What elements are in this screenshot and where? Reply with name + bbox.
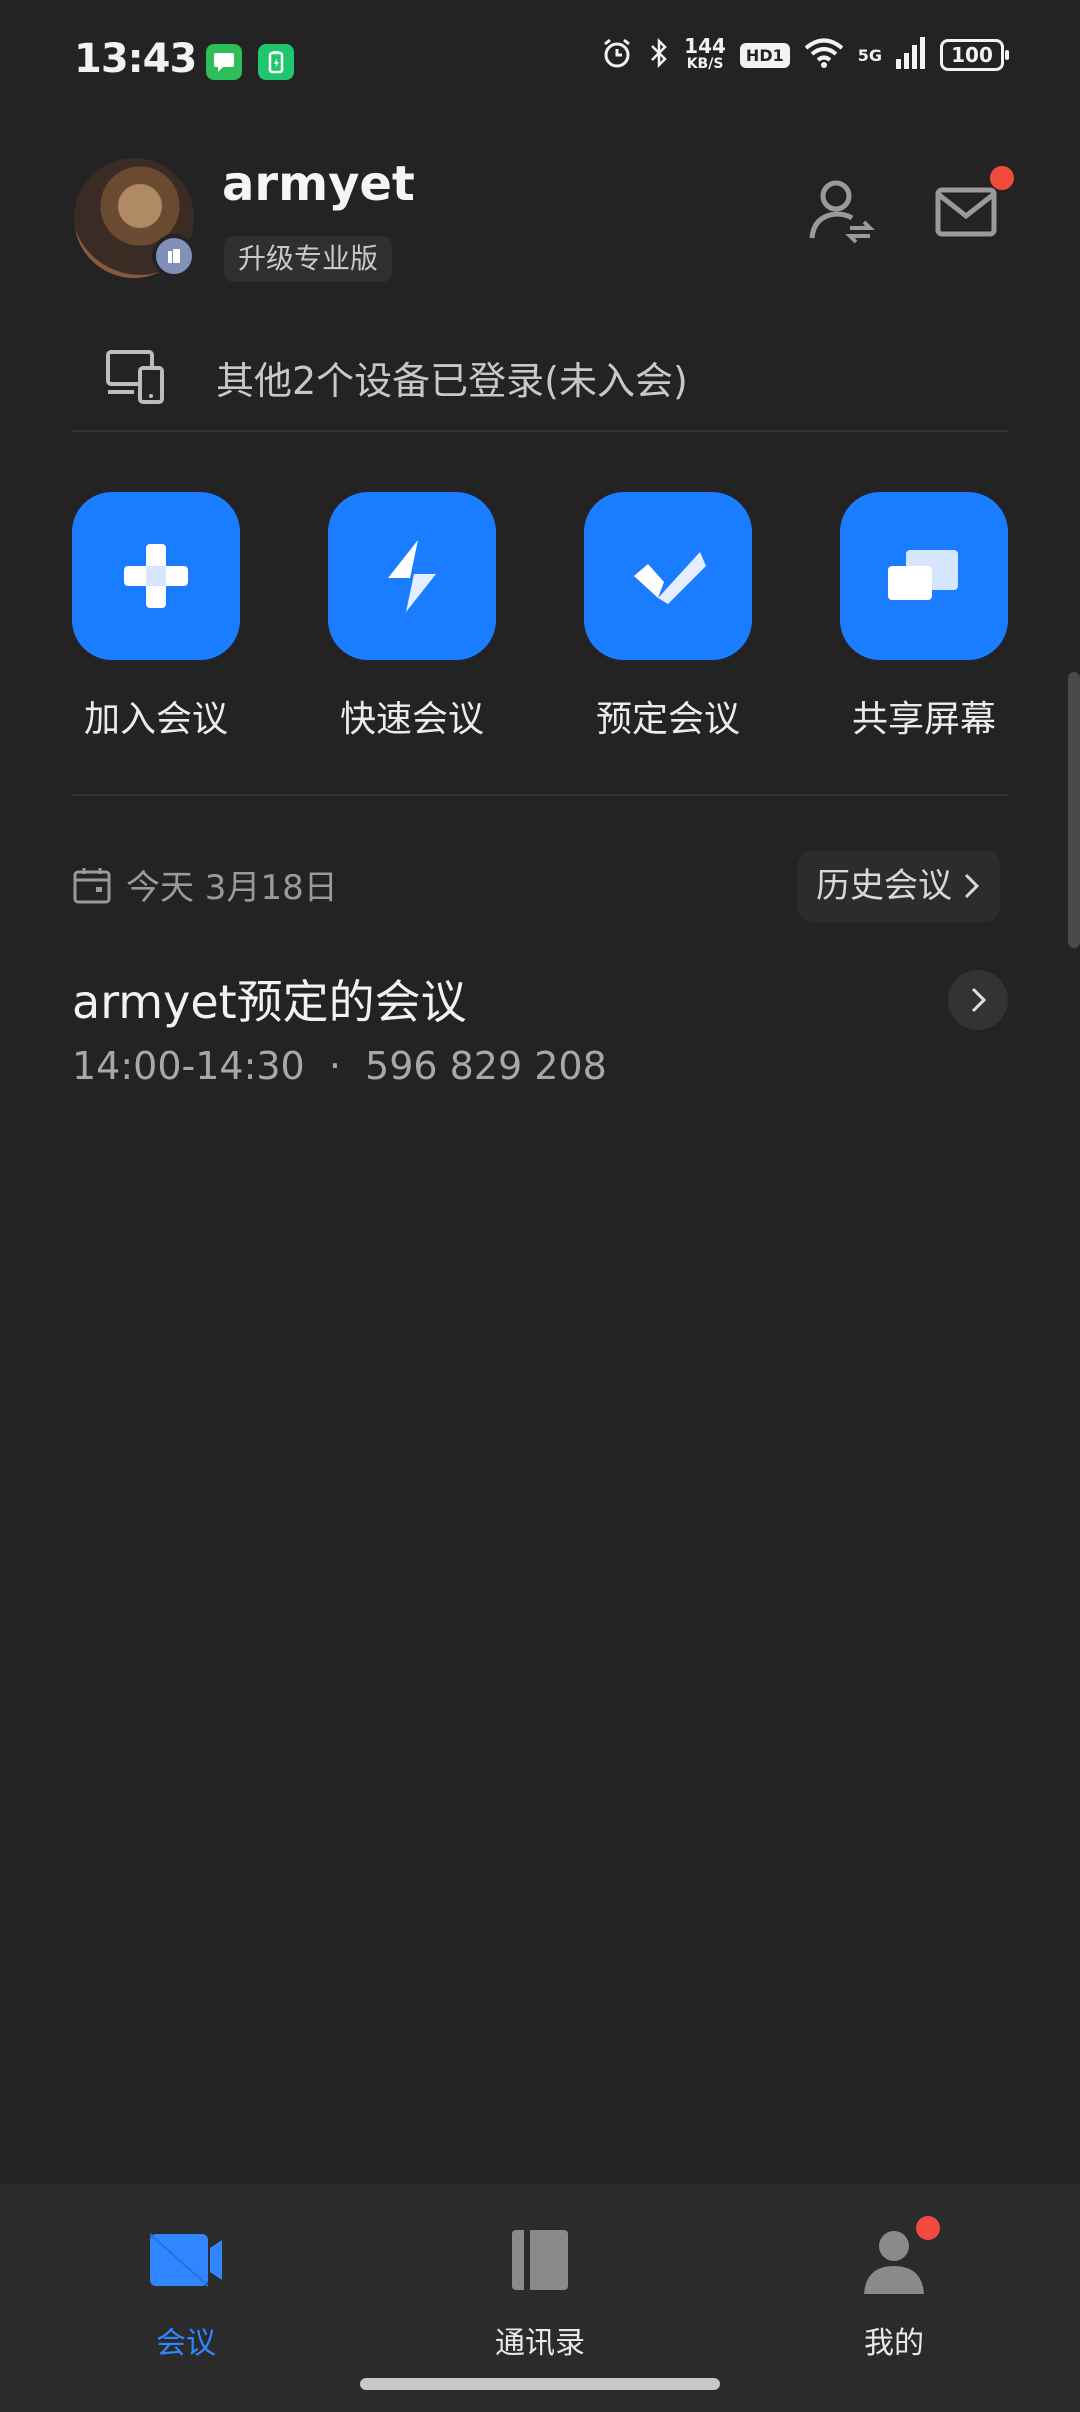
devices-icon (106, 350, 164, 404)
profile-icon (794, 2216, 994, 2300)
nav-meetings[interactable]: 会议 (86, 2220, 286, 2362)
switch-account-icon[interactable] (800, 172, 880, 252)
meeting-detail-button[interactable] (948, 970, 1008, 1030)
action-label: 预定会议 (595, 699, 740, 740)
share-screen-button[interactable]: 共享屏幕 (840, 492, 1008, 792)
wifi-icon (804, 37, 844, 73)
today-header: 今天 3月18日 (72, 860, 338, 909)
status-time: 13:43 (74, 36, 197, 82)
meeting-list-item[interactable]: armyet预定的会议 14:00-14:30 · 596 829 208 (72, 966, 1008, 1106)
battery-app-icon (258, 44, 294, 80)
history-label: 历史会议 (816, 866, 952, 906)
action-label: 共享屏幕 (851, 699, 996, 740)
net-speed-unit: KB/S (686, 56, 724, 72)
contacts-book-icon (440, 2220, 640, 2300)
network-type: 5G (857, 45, 882, 65)
other-devices-text: 其他2个设备已登录(未入会) (216, 359, 688, 403)
meeting-title: armyet预定的会议 (72, 975, 467, 1029)
meeting-id: 596 829 208 (365, 1044, 607, 1088)
chevron-right-icon (964, 873, 980, 899)
status-right: 144 KB/S HD1 5G 100 (600, 34, 1009, 74)
status-bar: 13:43 144 KB/S HD1 5G 100 (0, 0, 1080, 122)
net-speed-value: 144 (684, 34, 726, 58)
bluetooth-icon (648, 36, 670, 74)
profile-notification-dot (916, 2216, 940, 2240)
nav-profile[interactable]: 我的 (794, 2216, 994, 2362)
history-meetings-button[interactable]: 历史会议 (798, 850, 1000, 922)
today-date: 今天 3月18日 (126, 868, 338, 908)
divider (72, 794, 1008, 796)
username[interactable]: armyet (222, 156, 415, 212)
hd-badge: HD1 (739, 42, 790, 68)
meeting-icon (86, 2220, 286, 2300)
chevron-right-icon (971, 987, 987, 1013)
nav-label: 通讯录 (495, 2326, 585, 2361)
other-devices-row[interactable]: 其他2个设备已登录(未入会) (72, 330, 1008, 432)
action-grid: 加入会议 快速会议 预定会议 共享屏幕 (72, 492, 1008, 792)
home-indicator[interactable] (360, 2378, 720, 2390)
schedule-meeting-button[interactable]: 预定会议 (584, 492, 752, 792)
battery-indicator: 100 (940, 39, 1009, 71)
message-icon (206, 44, 242, 80)
nav-contacts[interactable]: 通讯录 (440, 2220, 640, 2362)
calendar-icon (73, 867, 111, 903)
lightning-icon (328, 492, 496, 660)
meeting-details: 14:00-14:30 · 596 829 208 (72, 1044, 1008, 1088)
nav-label: 我的 (864, 2326, 924, 2361)
scrollbar[interactable] (1068, 672, 1080, 948)
meeting-separator: · (328, 1044, 341, 1088)
action-label: 加入会议 (83, 699, 228, 740)
nav-label: 会议 (156, 2326, 216, 2361)
net-speed: 144 KB/S (684, 34, 726, 73)
quick-meeting-button[interactable]: 快速会议 (328, 492, 496, 792)
upgrade-button[interactable]: 升级专业版 (224, 236, 393, 282)
signal-icon (896, 37, 926, 73)
action-label: 快速会议 (339, 699, 484, 740)
plus-icon (72, 492, 240, 660)
account-badge-icon (152, 234, 196, 278)
join-meeting-button[interactable]: 加入会议 (72, 492, 240, 792)
alarm-icon (600, 36, 634, 74)
share-screen-icon (840, 492, 1008, 660)
meeting-time: 14:00-14:30 (72, 1044, 305, 1088)
mail-notification-dot (990, 166, 1014, 190)
check-icon (584, 492, 752, 660)
